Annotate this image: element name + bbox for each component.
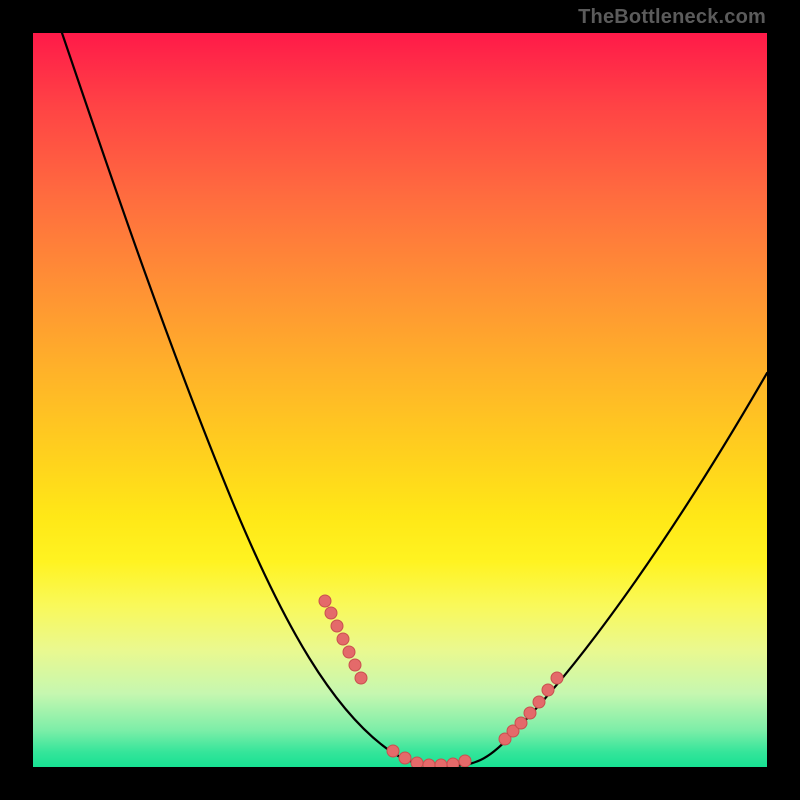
marker-dot [447, 758, 459, 767]
bottleneck-curve-path [62, 33, 767, 766]
marker-dot [524, 707, 536, 719]
marker-dot [343, 646, 355, 658]
marker-dot [349, 659, 361, 671]
marker-dot [435, 759, 447, 767]
marker-dot [533, 696, 545, 708]
attribution-text: TheBottleneck.com [578, 6, 766, 29]
marker-dot [387, 745, 399, 757]
marker-dot [423, 759, 435, 767]
marker-dot [331, 620, 343, 632]
marker-dot [411, 757, 423, 767]
chart-plot-area [33, 33, 767, 767]
marker-dot [399, 752, 411, 764]
highlight-dots-group [319, 595, 563, 767]
marker-dot [459, 755, 471, 767]
marker-dot [325, 607, 337, 619]
chart-svg [33, 33, 767, 767]
marker-dot [355, 672, 367, 684]
marker-dot [337, 633, 349, 645]
marker-dot [319, 595, 331, 607]
marker-dot [515, 717, 527, 729]
marker-dot [542, 684, 554, 696]
marker-dot [551, 672, 563, 684]
